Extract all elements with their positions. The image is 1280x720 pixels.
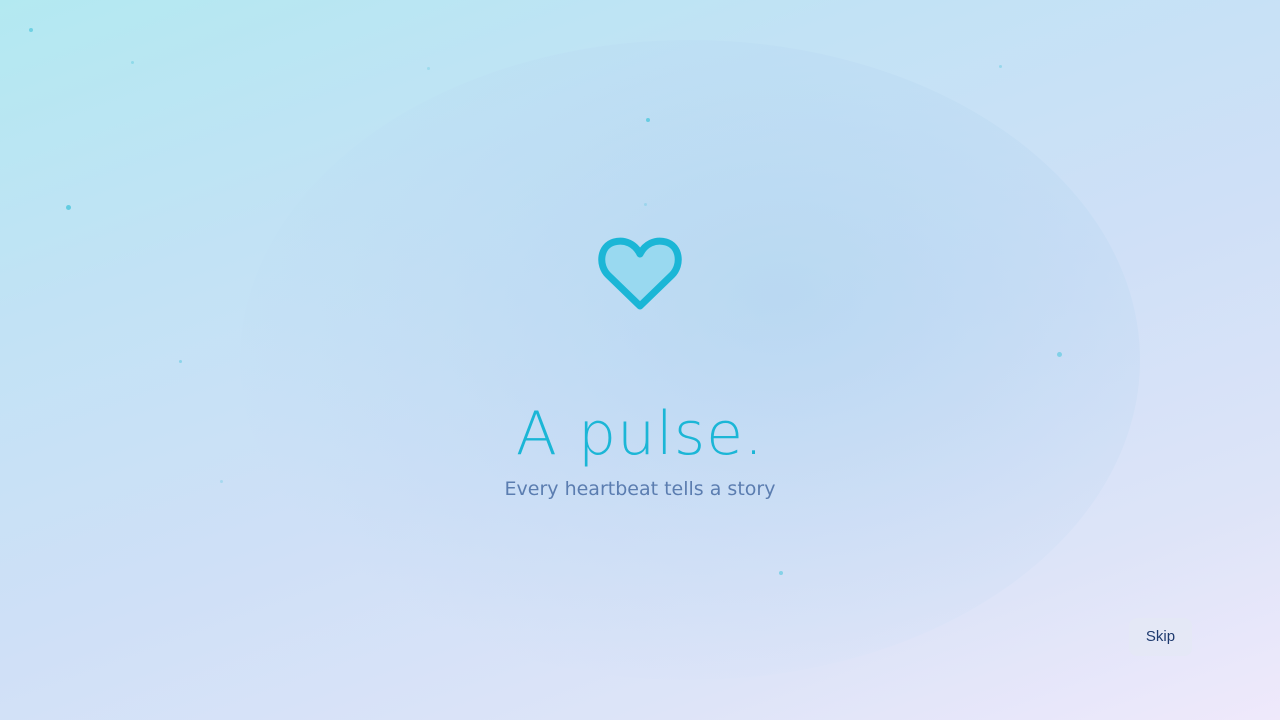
splash-title: A pulse.: [515, 399, 765, 469]
skip-button[interactable]: Skip: [1129, 618, 1192, 656]
particle: [131, 61, 134, 64]
particle: [66, 205, 71, 210]
particle: [999, 65, 1002, 68]
background-glow: [240, 40, 1140, 680]
particle: [646, 118, 650, 122]
particle: [179, 360, 182, 363]
particle: [779, 571, 783, 575]
heart-icon: [596, 234, 684, 314]
splash-subtitle: Every heartbeat tells a story: [504, 478, 776, 500]
particle: [29, 28, 33, 32]
particle: [644, 203, 647, 206]
particle: [1057, 352, 1062, 357]
particle: [427, 67, 430, 70]
